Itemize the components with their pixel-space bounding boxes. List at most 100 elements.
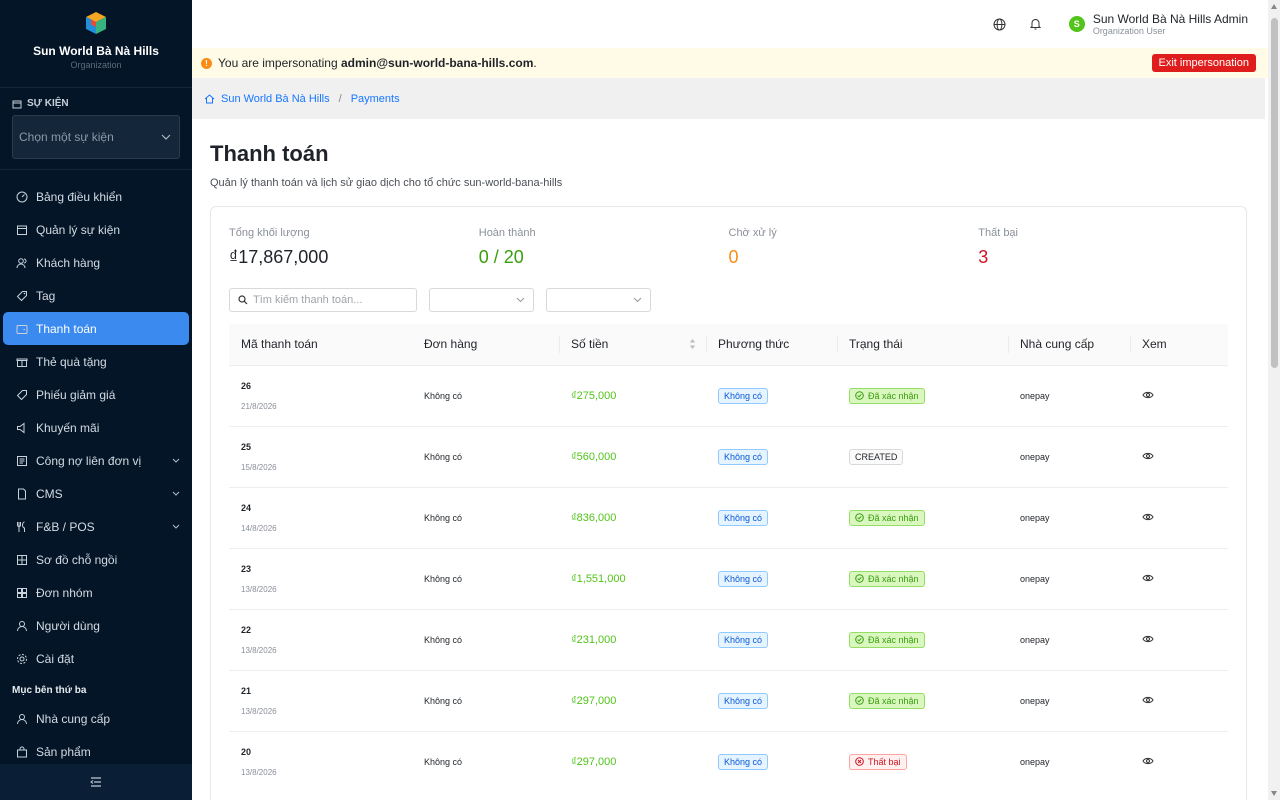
brand-logo-icon [86, 12, 106, 34]
filters-row [211, 268, 1246, 312]
sidebar-item-coupon[interactable]: Phiếu giảm giá [0, 378, 192, 411]
sidebar-item-label: CMS [36, 486, 63, 501]
sidebar-item-label: Bảng điều khiển [36, 189, 123, 204]
status-badge: Đã xác nhận [849, 692, 925, 709]
scroll-up-icon[interactable] [1271, 4, 1277, 9]
payment-id: 22 [241, 624, 252, 635]
eye-icon[interactable] [1142, 635, 1154, 645]
cell-order: Không có [424, 390, 463, 401]
stat-card: Chờ xử lý 0 [729, 227, 979, 268]
top-bar: S Sun World Bà Nà Hills Admin Organizati… [192, 0, 1268, 48]
status-badge: Đã xác nhận [849, 570, 925, 587]
method-badge: Không có [718, 387, 769, 404]
cell-provider: onepay [1020, 512, 1050, 523]
user-menu[interactable]: S Sun World Bà Nà Hills Admin Organizati… [1068, 12, 1248, 36]
page-description: Quản lý thanh toán và lịch sử giao dịch … [210, 177, 563, 189]
payments-card: Tổng khối lượng ₫17,867,000 Hoàn thành 0 / … [210, 206, 1247, 800]
sidebar-item-seatmap[interactable]: Sơ đồ chỗ ngồi [0, 543, 192, 576]
chevron-down-icon [172, 458, 180, 463]
sidebar-item-user[interactable]: Nhà cung cấp [0, 702, 192, 735]
globe-icon[interactable] [993, 17, 1007, 31]
seatmap-icon [16, 554, 28, 566]
search-input[interactable] [253, 294, 403, 306]
page-scrollbar[interactable] [1268, 0, 1280, 800]
gear-icon [16, 653, 28, 665]
cell-status: Đã xác nhận [837, 609, 1008, 670]
eye-icon[interactable] [1142, 757, 1154, 767]
sidebar-item-group-order[interactable]: Đơn nhóm [0, 576, 192, 609]
check-circle-icon [855, 391, 864, 400]
sidebar-item-sound[interactable]: Khuyến mãi [0, 411, 192, 444]
table-row[interactable]: 20 13/8/2026 Không có ₫297,000 Không có Thất … [229, 731, 1228, 792]
sidebar-item-tag[interactable]: Tag [0, 279, 192, 312]
sidebar-item-ledger[interactable]: Công nợ liên đơn vị [0, 444, 192, 477]
sort-icon[interactable] [689, 338, 696, 350]
cell-amount: ₫297,000 [559, 670, 706, 731]
payment-date: 15/8/2026 [241, 462, 277, 472]
sidebar-item-label: Nhà cung cấp [36, 711, 111, 726]
user-icon [16, 713, 28, 725]
eye-icon[interactable] [1142, 574, 1154, 584]
cell-status: Đã xác nhận [837, 365, 1008, 426]
sidebar-item-gear[interactable]: Cài đặt [0, 642, 192, 675]
breadcrumb-current[interactable]: Payments [351, 93, 400, 105]
cell-payment-id: 22 13/8/2026 [229, 609, 412, 670]
cell-amount: ₫836,000 [559, 487, 706, 548]
eye-icon[interactable] [1142, 391, 1154, 401]
search-icon [238, 295, 248, 305]
sidebar: Sun World Bà Nà Hills Organization SỰ KI… [0, 0, 192, 800]
method-badge: Không có [718, 448, 769, 465]
scroll-down-icon[interactable] [1271, 791, 1277, 796]
cell-status: Đã xác nhận [837, 487, 1008, 548]
event-select[interactable]: Chọn một sự kiện [12, 115, 180, 159]
cell-amount: ₫1,551,000 [559, 548, 706, 609]
menu-fold-icon [90, 777, 101, 787]
breadcrumb-home-link[interactable]: Sun World Bà Nà Hills [221, 93, 330, 105]
bell-icon[interactable] [1029, 17, 1043, 31]
eye-icon[interactable] [1142, 452, 1154, 462]
eye-icon[interactable] [1142, 513, 1154, 523]
table-row[interactable]: 26 21/8/2026 Không có ₫275,000 Không có Đã xá… [229, 365, 1228, 426]
sidebar-item-calendar[interactable]: Quản lý sự kiện [0, 213, 192, 246]
sidebar-item-gift[interactable]: Thẻ quà tặng [0, 345, 192, 378]
sidebar-item-user[interactable]: Người dùng [0, 609, 192, 642]
payment-date: 13/8/2026 [241, 706, 277, 716]
stat-value: 3 [978, 247, 989, 267]
collapse-sidebar-button[interactable] [0, 764, 192, 800]
status-filter-select[interactable] [429, 288, 534, 312]
cell-order: Không có [424, 451, 463, 462]
sidebar-item-label: Khuyến mãi [36, 420, 100, 435]
sidebar-item-label: Thanh toán [36, 321, 97, 336]
group-order-icon [16, 587, 28, 599]
eye-icon[interactable] [1142, 696, 1154, 706]
provider-filter-select[interactable] [546, 288, 651, 312]
table-row[interactable]: 22 13/8/2026 Không có ₫231,000 Không có Đã xá… [229, 609, 1228, 670]
table-header-row: Mã thanh toán Đơn hàng Số tiền Phương th… [229, 324, 1228, 365]
payment-amount: ₫231,000 [571, 633, 617, 646]
sidebar-item-users[interactable]: Khách hàng [0, 246, 192, 279]
search-box[interactable] [229, 288, 417, 312]
sidebar-item-fnb[interactable]: F&B / POS [0, 510, 192, 543]
cell-view [1130, 487, 1228, 548]
chevron-down-icon [172, 491, 180, 496]
col-amount[interactable]: Số tiền [559, 324, 706, 365]
cell-status: Thất bại [837, 731, 1008, 792]
table-row[interactable]: 21 13/8/2026 Không có ₫297,000 Không có Đã xá… [229, 670, 1228, 731]
sidebar-item-wallet[interactable]: Thanh toán [3, 312, 189, 345]
exit-impersonation-button[interactable]: Exit impersonation [1151, 54, 1256, 72]
cell-provider: onepay [1020, 573, 1050, 584]
page-title: Thanh toán [210, 141, 329, 166]
table-row[interactable]: 25 15/8/2026 Không có ₫560,000 Không có CREAT… [229, 426, 1228, 487]
scroll-thumb[interactable] [1271, 18, 1278, 368]
cell-amount: ₫231,000 [559, 609, 706, 670]
status-badge: CREATED [849, 448, 904, 465]
breadcrumb-separator: / [338, 92, 342, 105]
table-row[interactable]: 23 13/8/2026 Không có ₫1,551,000 Không có Đã … [229, 548, 1228, 609]
sidebar-item-cms[interactable]: CMS [0, 477, 192, 510]
sidebar-item-dashboard[interactable]: Bảng điều khiển [0, 180, 192, 213]
payment-amount: ₫297,000 [571, 694, 617, 707]
method-badge: Không có [718, 753, 769, 770]
cell-order: Không có [424, 573, 463, 584]
payments-table: Mã thanh toán Đơn hàng Số tiền Phương th… [229, 324, 1228, 792]
table-row[interactable]: 24 14/8/2026 Không có ₫836,000 Không có Đã xá… [229, 487, 1228, 548]
